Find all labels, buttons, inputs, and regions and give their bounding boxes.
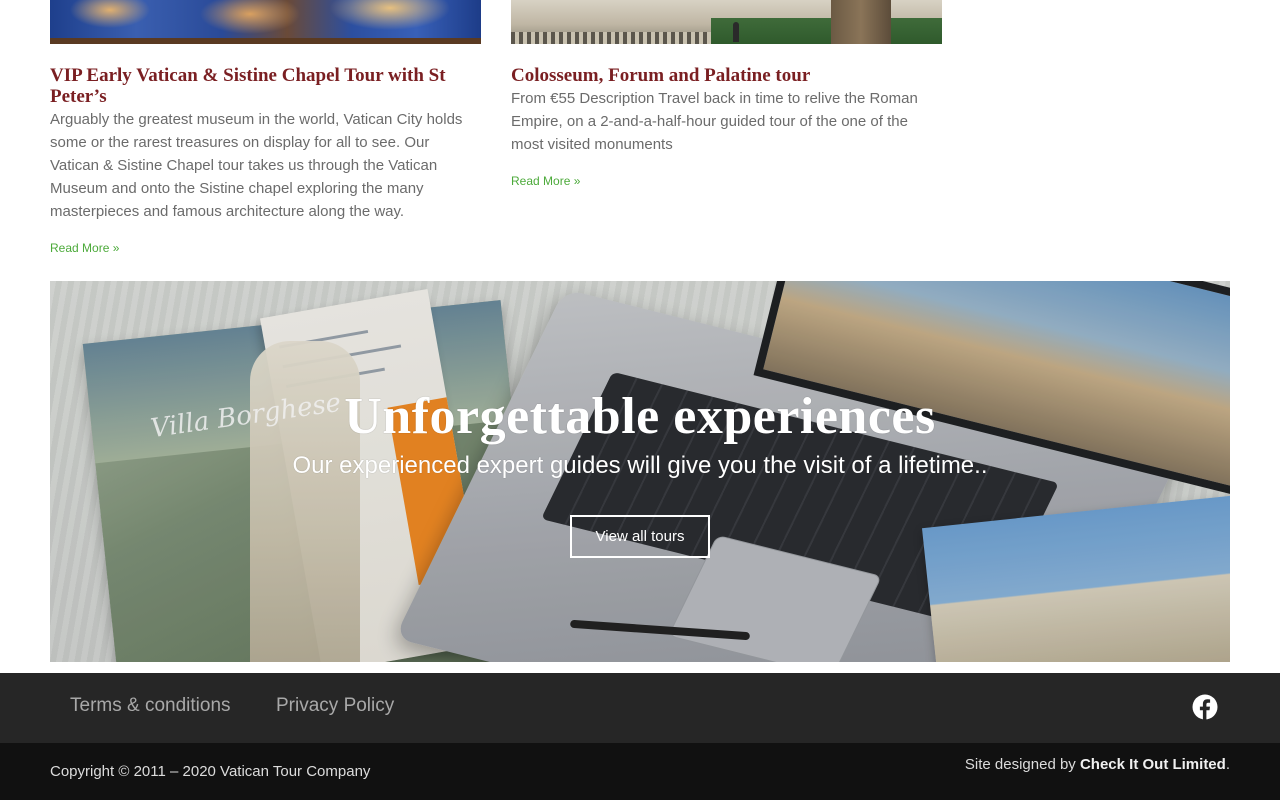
post-card-vatican: VIP Early Vatican & Sistine Chapel Tour … — [50, 65, 481, 257]
thumbnail-fresco-border — [50, 38, 481, 44]
view-all-tours-button[interactable]: View all tours — [570, 515, 710, 558]
read-more-link[interactable]: Read More » — [511, 174, 580, 188]
facebook-icon[interactable] — [1192, 694, 1218, 720]
thumbnail-trees — [711, 18, 942, 44]
hero-title: Unforgettable experiences — [344, 388, 936, 445]
site-credit: Site designed by Check It Out Limited. — [965, 756, 1230, 773]
site-credit-suffix: . — [1225, 756, 1230, 773]
footer-nav: Terms & conditions Privacy Policy — [0, 673, 1280, 743]
copyright-text: Copyright © 2011 – 2020 Vatican Tour Com… — [50, 763, 371, 780]
site-credit-prefix: Site designed by — [964, 756, 1080, 773]
post-thumbnail-colosseum[interactable] — [511, 0, 942, 44]
designer-link[interactable]: Check It Out Limited — [1080, 756, 1226, 773]
hero-banner: Villa Borghese Unforgettable experiences… — [50, 281, 1230, 662]
post-title[interactable]: Colosseum, Forum and Palatine tour — [511, 65, 942, 86]
hero-subtitle: Our experienced expert guides will give … — [292, 452, 988, 479]
terms-conditions-link[interactable]: Terms & conditions — [70, 695, 231, 717]
post-title[interactable]: VIP Early Vatican & Sistine Chapel Tour … — [50, 65, 481, 107]
post-excerpt: From €55 Description Travel back in time… — [511, 90, 918, 153]
privacy-policy-link[interactable]: Privacy Policy — [276, 695, 394, 717]
thumbnail-tree-trunk — [831, 0, 891, 44]
post-card-colosseum: Colosseum, Forum and Palatine tour From … — [511, 65, 942, 190]
thumbnail-person — [733, 22, 739, 42]
post-excerpt: Arguably the greatest museum in the worl… — [50, 111, 463, 220]
post-thumbnail-vatican[interactable] — [50, 0, 481, 44]
read-more-link[interactable]: Read More » — [50, 241, 119, 255]
footer-bottom: Copyright © 2011 – 2020 Vatican Tour Com… — [0, 743, 1280, 800]
